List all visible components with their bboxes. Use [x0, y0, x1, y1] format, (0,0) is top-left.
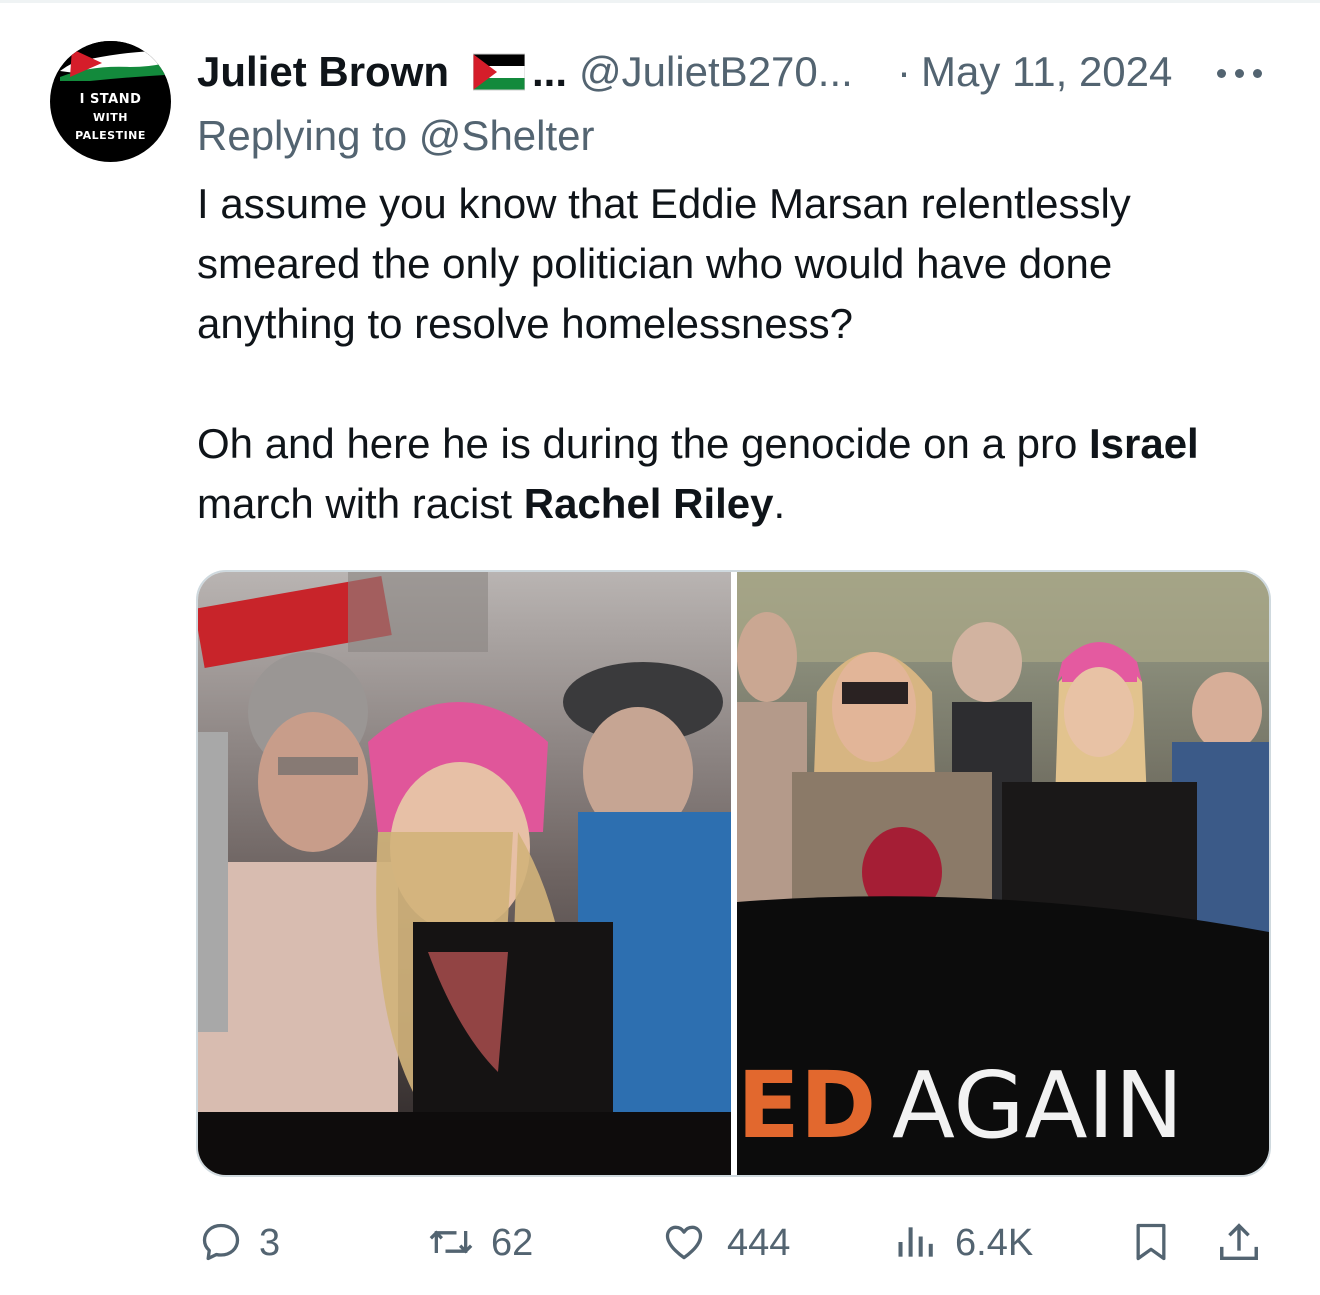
avatar[interactable]: I STAND WITH PALESTINE	[50, 41, 171, 162]
text-segment: march with racist	[197, 480, 524, 527]
tweet-paragraph-1: I assume you know that Eddie Marsan rele…	[197, 180, 1131, 347]
replying-handle[interactable]: @Shelter	[419, 112, 595, 159]
name-ellipsis: ...	[532, 48, 568, 95]
media-grid: ED AGAIN	[196, 570, 1271, 1177]
repost-button[interactable]: 62	[425, 1210, 565, 1274]
text-bold-name: Rachel Riley	[523, 480, 774, 527]
like-button[interactable]: 444	[659, 1210, 809, 1274]
repost-count: 62	[491, 1222, 534, 1264]
top-divider	[0, 0, 1320, 3]
repost-icon	[429, 1230, 473, 1254]
replying-to: Replying to @Shelter	[197, 112, 595, 160]
reply-icon	[202, 1223, 240, 1261]
author-handle[interactable]: @JulietB270...	[579, 48, 853, 96]
share-icon	[1220, 1223, 1258, 1261]
views-count: 6.4K	[955, 1222, 1034, 1264]
palestine-flag-graphic	[50, 41, 171, 81]
views-button[interactable]: 6.4K	[893, 1210, 1053, 1274]
text-segment: .	[773, 480, 786, 527]
action-bar: 3 62 444 6.4K	[197, 1210, 1272, 1274]
like-icon	[665, 1225, 703, 1260]
photo-left[interactable]	[198, 572, 731, 1175]
tweet-header: Juliet Brown ... @JulietB270... · May 11…	[197, 40, 1277, 100]
reply-count: 3	[259, 1222, 281, 1264]
banner-text-white: AGAIN	[892, 1052, 1184, 1159]
author-name[interactable]: Juliet Brown	[197, 48, 449, 96]
avatar-line-3: PALESTINE	[75, 129, 146, 142]
avatar-text: I STAND WITH PALESTINE	[50, 91, 171, 145]
bookmark-icon	[1136, 1223, 1166, 1261]
separator-dot: ·	[897, 48, 911, 95]
palestine-flag-icon	[473, 53, 525, 91]
share-button[interactable]	[1215, 1210, 1265, 1274]
avatar-line-2: WITH	[93, 111, 128, 124]
tweet-date[interactable]: May 11, 2024	[921, 48, 1172, 96]
tweet-paragraph-2: Oh and here he is during the genocide on…	[197, 414, 1277, 534]
banner-text-orange: ED	[737, 1052, 876, 1159]
photo-right[interactable]: ED AGAIN	[737, 572, 1269, 1175]
views-icon	[898, 1227, 933, 1257]
replying-label: Replying to	[197, 112, 408, 159]
text-segment: Oh and here he is during the genocide on…	[197, 420, 1089, 467]
avatar-line-1: I STAND	[79, 92, 142, 107]
tweet-text: I assume you know that Eddie Marsan rele…	[197, 174, 1277, 534]
more-icon[interactable]	[1215, 44, 1265, 94]
text-bold-israel: Israel	[1088, 420, 1199, 467]
reply-button[interactable]: 3	[197, 1210, 317, 1274]
like-count: 444	[727, 1222, 791, 1264]
bookmark-button[interactable]	[1129, 1210, 1173, 1274]
